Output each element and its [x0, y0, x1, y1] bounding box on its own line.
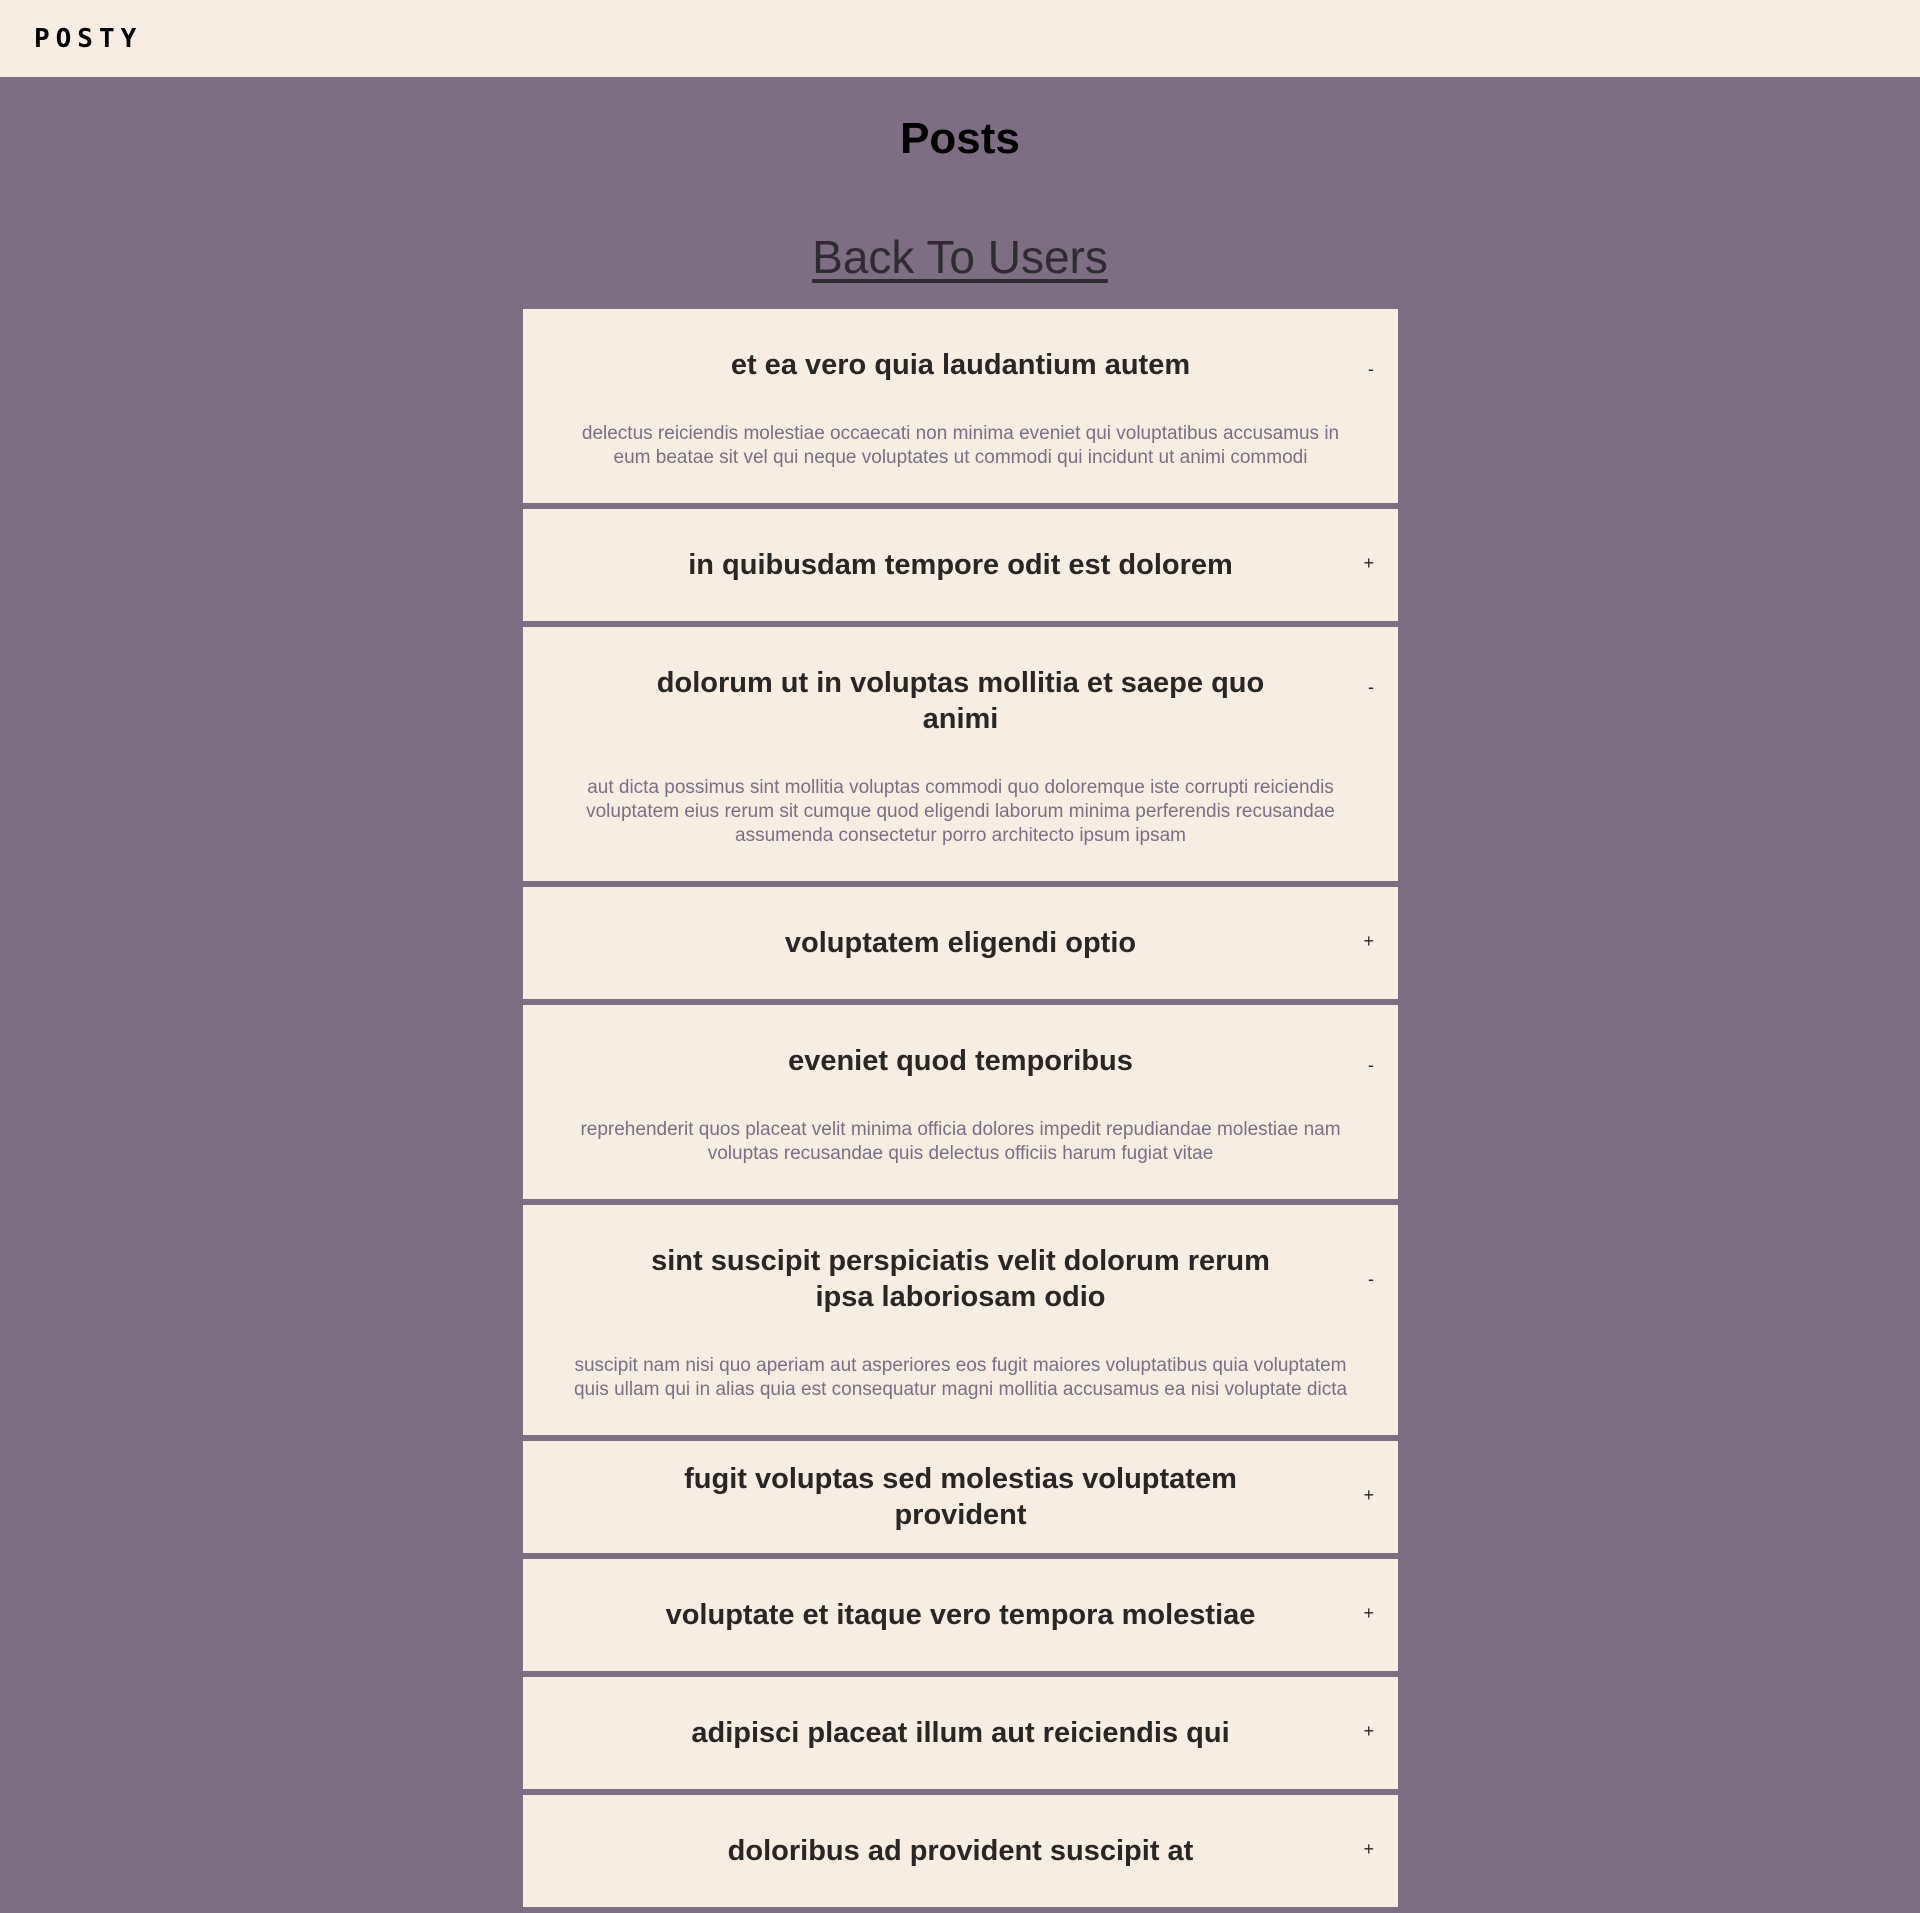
- back-to-users-link[interactable]: Back To Users: [0, 230, 1920, 284]
- post-card: adipisci placeat illum aut reiciendis qu…: [523, 1677, 1398, 1789]
- expand-toggle[interactable]: +: [1363, 931, 1374, 952]
- post-body: suscipit nam nisi quo aperiam aut asperi…: [573, 1355, 1348, 1400]
- collapse-toggle[interactable]: -: [1368, 359, 1374, 380]
- post-body: aut dicta possimus sint mollitia volupta…: [586, 777, 1335, 846]
- post-card: sint suscipit perspiciatis velit dolorum…: [523, 1205, 1398, 1435]
- logo[interactable]: POSTY: [34, 24, 142, 54]
- posts-list: et ea vero quia laudantium autem - delec…: [523, 309, 1398, 1913]
- expand-toggle[interactable]: +: [1363, 553, 1374, 574]
- collapse-toggle[interactable]: -: [1368, 677, 1374, 698]
- expand-toggle[interactable]: +: [1363, 1603, 1374, 1624]
- post-title[interactable]: doloribus ad provident suscipit at: [563, 1833, 1358, 1869]
- top-bar: POSTY: [0, 0, 1920, 77]
- post-title[interactable]: dolorum ut in voluptas mollitia et saepe…: [563, 665, 1358, 737]
- post-title[interactable]: fugit voluptas sed molestias voluptatem …: [563, 1461, 1358, 1533]
- post-body: reprehenderit quos placeat velit minima …: [580, 1119, 1341, 1164]
- post-card: voluptatem eligendi optio +: [523, 887, 1398, 999]
- collapse-toggle[interactable]: -: [1368, 1055, 1374, 1076]
- post-title[interactable]: voluptate et itaque vero tempora molesti…: [563, 1597, 1358, 1633]
- collapse-toggle[interactable]: -: [1368, 1269, 1374, 1290]
- expand-toggle[interactable]: +: [1363, 1485, 1374, 1506]
- post-card: fugit voluptas sed molestias voluptatem …: [523, 1441, 1398, 1553]
- post-card: in quibusdam tempore odit est dolorem +: [523, 509, 1398, 621]
- post-card: voluptate et itaque vero tempora molesti…: [523, 1559, 1398, 1671]
- post-card: eveniet quod temporibus - reprehenderit …: [523, 1005, 1398, 1199]
- post-card: dolorum ut in voluptas mollitia et saepe…: [523, 627, 1398, 881]
- post-title[interactable]: adipisci placeat illum aut reiciendis qu…: [563, 1715, 1358, 1751]
- post-title[interactable]: voluptatem eligendi optio: [563, 925, 1358, 961]
- post-title[interactable]: in quibusdam tempore odit est dolorem: [563, 547, 1358, 583]
- post-card: et ea vero quia laudantium autem - delec…: [523, 309, 1398, 503]
- post-title[interactable]: eveniet quod temporibus: [563, 1043, 1358, 1079]
- page-title: Posts: [900, 114, 1020, 163]
- post-title[interactable]: et ea vero quia laudantium autem: [563, 347, 1358, 383]
- expand-toggle[interactable]: +: [1363, 1721, 1374, 1742]
- post-title[interactable]: sint suscipit perspiciatis velit dolorum…: [563, 1243, 1358, 1315]
- expand-toggle[interactable]: +: [1363, 1839, 1374, 1860]
- post-card: doloribus ad provident suscipit at +: [523, 1795, 1398, 1907]
- post-body: delectus reiciendis molestiae occaecati …: [581, 423, 1340, 468]
